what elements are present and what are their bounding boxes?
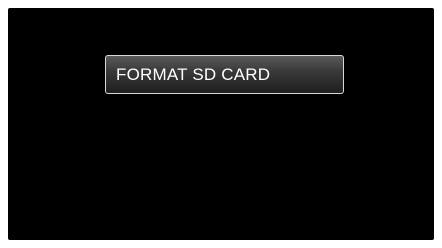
format-sd-card-button[interactable]: FORMAT SD CARD xyxy=(105,55,344,94)
camera-lcd-screen: FORMAT SD CARD xyxy=(8,8,434,240)
format-sd-card-label: FORMAT SD CARD xyxy=(116,64,271,84)
